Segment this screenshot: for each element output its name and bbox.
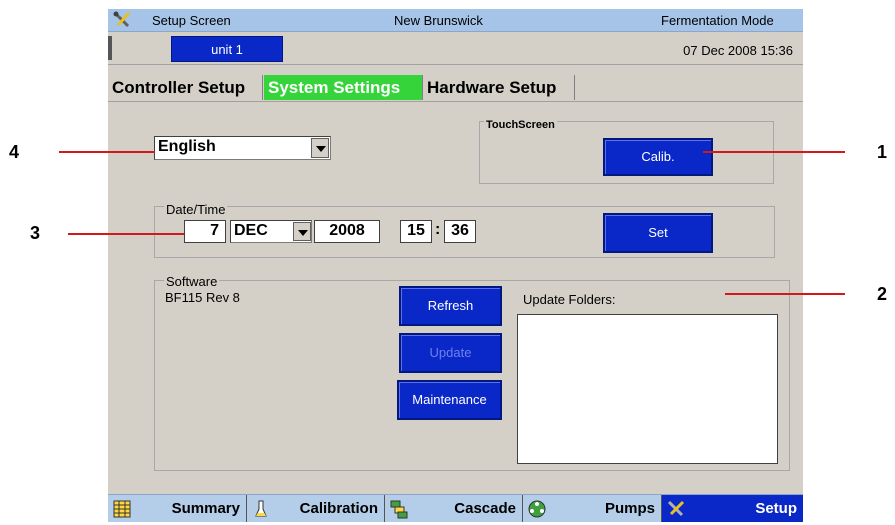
- software-group-label: Software: [164, 274, 220, 289]
- update-button[interactable]: Update: [399, 333, 502, 373]
- nav-cascade[interactable]: Cascade: [385, 495, 523, 522]
- minute-field[interactable]: 36: [444, 220, 476, 243]
- company-name: New Brunswick: [394, 13, 483, 28]
- tools-icon: [113, 11, 131, 28]
- touchscreen-group-label: TouchScreen: [484, 119, 557, 131]
- mode-label: Fermentation Mode: [661, 13, 774, 28]
- calib-button[interactable]: Calib.: [603, 138, 713, 176]
- hour-field[interactable]: 15: [400, 220, 432, 243]
- cascade-icon: [390, 500, 408, 519]
- update-folders-label: Update Folders:: [523, 292, 616, 307]
- nav-summary-label: Summary: [171, 500, 240, 517]
- callout-number-1: 1: [877, 142, 888, 162]
- nav-calibration[interactable]: Calibration: [247, 495, 385, 522]
- grid-icon: [113, 500, 131, 518]
- datetime-group-label: Date/Time: [164, 202, 228, 217]
- month-dropdown-arrow[interactable]: [293, 222, 311, 241]
- screen-name: Setup Screen: [152, 13, 231, 28]
- month-value: DEC: [234, 222, 268, 239]
- refresh-button[interactable]: Refresh: [399, 286, 502, 326]
- year-field[interactable]: 2008: [314, 220, 380, 243]
- day-field[interactable]: 7: [184, 220, 226, 243]
- callout-number-2: 2: [877, 284, 888, 304]
- tab-controller-setup[interactable]: Controller Setup: [108, 75, 263, 100]
- chevron-down-icon: [316, 146, 326, 152]
- time-separator: :: [435, 221, 441, 238]
- callout-number-4: 4: [9, 142, 20, 162]
- tab-hardware-setup[interactable]: Hardware Setup: [423, 75, 575, 100]
- bottom-nav: Summary Calibration Cascade Pumps Setup: [108, 494, 803, 522]
- status-datetime: 07 Dec 2008 15:36: [683, 43, 793, 58]
- maintenance-button[interactable]: Maintenance: [397, 380, 502, 420]
- tools-icon: [667, 500, 685, 517]
- set-datetime-button[interactable]: Set: [603, 213, 713, 253]
- chevron-down-icon: [298, 230, 308, 236]
- language-value: English: [158, 138, 216, 155]
- nav-cascade-label: Cascade: [454, 500, 516, 517]
- nav-setup[interactable]: Setup: [662, 495, 803, 522]
- callout-line-3: [68, 233, 184, 235]
- nav-setup-label: Setup: [755, 500, 797, 517]
- tab-bar: Controller Setup System Settings Hardwar…: [108, 75, 803, 101]
- setup-screen: Setup Screen New Brunswick Fermentation …: [108, 9, 803, 522]
- nav-pumps-label: Pumps: [604, 500, 655, 517]
- software-version: BF115 Rev 8: [165, 290, 240, 305]
- language-dropdown-arrow[interactable]: [311, 138, 329, 158]
- nav-pumps[interactable]: Pumps: [523, 495, 662, 522]
- unit-bar-edge: [108, 36, 112, 60]
- callout-number-3: 3: [30, 223, 41, 243]
- pump-icon: [528, 500, 546, 518]
- unit-bar: unit 1 07 Dec 2008 15:36: [108, 32, 803, 65]
- update-folders-list[interactable]: [517, 314, 778, 464]
- language-select[interactable]: English: [154, 136, 331, 160]
- tab-divider: [108, 101, 803, 102]
- nav-calibration-label: Calibration: [299, 500, 378, 517]
- callout-line-1: [703, 151, 845, 153]
- probe-icon: [255, 500, 267, 517]
- title-bar: Setup Screen New Brunswick Fermentation …: [108, 9, 803, 32]
- unit-selector-button[interactable]: unit 1: [171, 36, 283, 62]
- callout-line-4: [59, 151, 155, 153]
- callout-line-2: [725, 293, 845, 295]
- nav-summary[interactable]: Summary: [108, 495, 247, 522]
- tab-system-settings[interactable]: System Settings: [264, 75, 423, 100]
